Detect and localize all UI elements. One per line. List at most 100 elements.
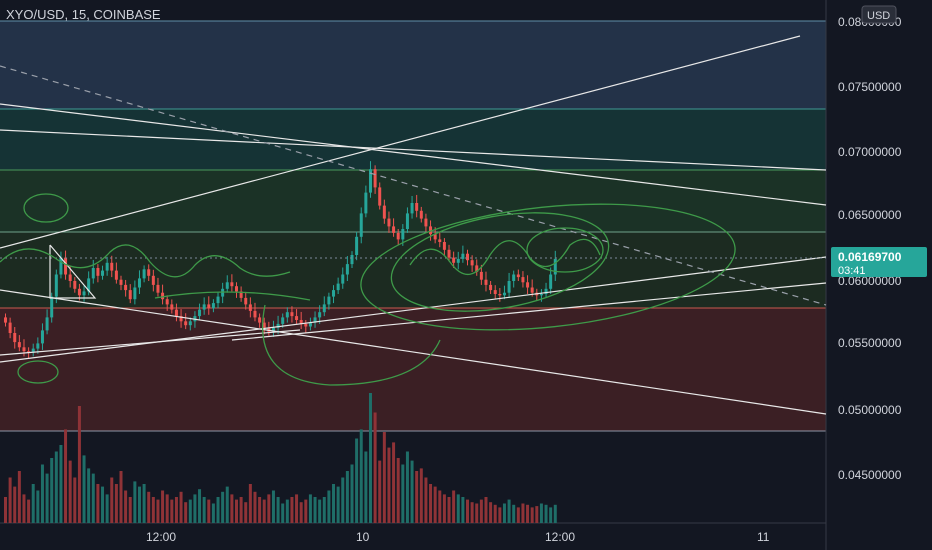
candle-body [156,284,160,293]
zone-teal [0,109,826,170]
volume-bar [198,489,202,523]
volume-bar [119,471,123,523]
volume-bar [313,497,317,523]
zone-top-blue [0,21,826,109]
volume-bar [359,429,363,523]
candle-body [512,274,516,281]
candle-body [77,288,81,296]
volume-bar [544,504,548,523]
price-tick-label: 0.05000000 [838,403,902,417]
candle-body [539,294,543,296]
candle-body [147,269,151,276]
volume-bar [553,504,557,523]
volume-bar [221,491,225,523]
candle-body [50,296,54,318]
candle-body [151,275,155,285]
current-price-tag: 0.06169700 03:41 [831,247,927,277]
volume-bar [350,464,354,523]
volume-bar [281,503,285,523]
current-price-value: 0.06169700 [838,250,902,264]
zone-red [0,308,826,431]
candle-body [470,260,474,266]
volume-bar [124,490,128,523]
volume-bar [87,468,91,523]
candle-body [221,288,225,297]
volume-bar [535,506,539,523]
candle-body [174,309,178,317]
currency-button[interactable]: USD [861,5,897,24]
candle-body [133,287,137,300]
candle-body [415,203,419,211]
candle-body [382,205,386,219]
candle-body [248,304,252,311]
candle-body [73,281,77,289]
volume-bar [27,499,31,523]
candle-body [341,274,345,284]
volume-bar [493,504,497,523]
volume-bar [507,499,511,523]
candle-body [290,312,294,317]
candle-body [101,270,105,276]
candle-body [165,299,169,305]
candle-body [45,317,49,331]
candle-body [318,312,322,318]
candle-body [281,317,285,324]
volume-bar [267,494,271,523]
volume-bar [207,499,211,523]
volume-bar [484,497,488,523]
price-chart[interactable]: 0.08000000 0.07500000 0.07000000 0.06500… [0,0,932,550]
candle-body [553,258,557,275]
symbol-title[interactable]: XYO/USD, 15, COINBASE [6,7,161,22]
candle-body [498,294,502,296]
candle-body [516,274,520,278]
volume-bar [64,429,68,523]
price-tick-label: 0.07500000 [838,80,902,94]
volume-bar [345,471,349,523]
candle-body [424,218,428,227]
candle-body [198,309,202,317]
volume-bar [170,499,174,523]
candle-body [345,264,349,275]
volume-bar [276,497,280,523]
time-tick-label: 12:00 [545,530,575,544]
volume-bar [355,438,359,523]
volume-bar [475,503,479,523]
candle-body [401,229,405,240]
candle-body [184,321,188,326]
volume-bar [235,499,238,523]
candle-body [387,218,391,227]
candle-body [110,262,114,271]
candle-body [364,192,368,214]
volume-bar [179,491,183,523]
volume-bar [442,494,446,523]
currency-button-label[interactable]: USD [867,10,890,22]
volume-bar [452,490,456,523]
volume-bar [378,460,382,523]
volume-bar [68,460,72,523]
volume-bar [322,497,326,523]
volume-bar [114,484,118,523]
candle-body [258,317,262,323]
candle-body [392,226,396,233]
volume-bar [239,497,243,523]
volume-bar [382,432,386,523]
time-tick-label: 11 [757,530,770,544]
volume-bar [405,451,409,523]
volume-bar [530,507,534,523]
volume-bar [230,494,234,523]
candle-body [410,203,414,214]
volume-bar [318,499,322,523]
volume-bar [327,490,331,523]
volume-bar [512,504,516,523]
candle-body [244,297,248,305]
volume-bar [549,507,553,523]
volume-bar [161,490,165,523]
volume-bar [392,442,396,523]
volume-bar [225,486,229,523]
volume-bar [489,502,493,523]
volume-bar [91,473,95,523]
candle-body [22,347,26,352]
volume-bar [438,490,442,523]
volume-bar [202,497,206,523]
candle-body [521,277,525,283]
